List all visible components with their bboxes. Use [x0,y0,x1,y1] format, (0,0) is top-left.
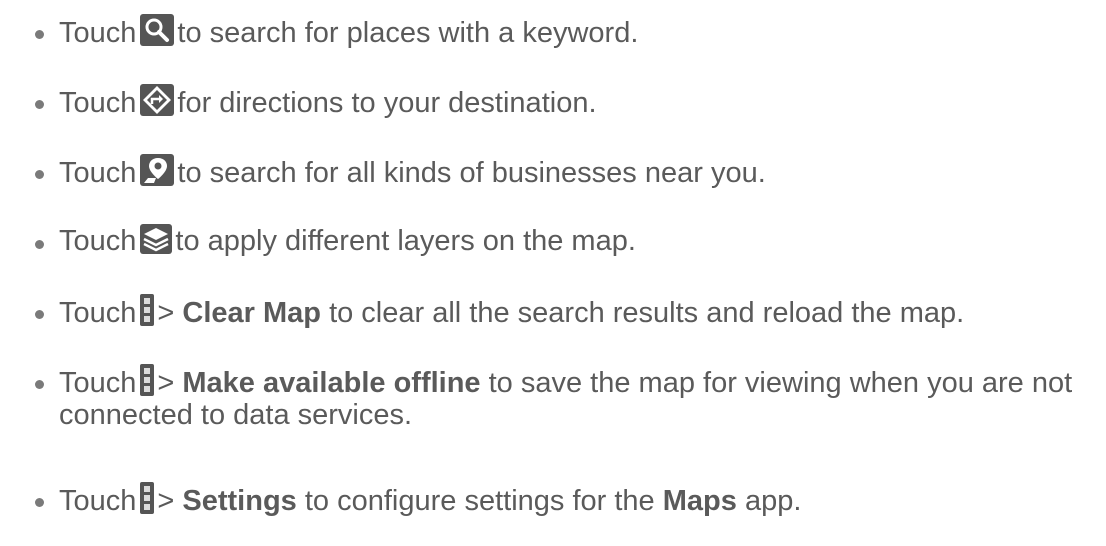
bullet [35,30,44,39]
list-item-text: Touch to apply different layers on the ma… [59,224,636,262]
local-places-icon [140,154,175,194]
bullet [35,498,44,507]
bullet [35,310,44,319]
list-item-text-continued: connected to data services. [59,399,413,431]
list-item-text: Touch > Clear Map to clear all the search… [59,294,964,334]
bullet [35,240,44,249]
search-icon [140,14,175,54]
menu-icon [140,482,155,522]
list-item-text: Touch to search for places with a keyword… [59,14,638,54]
list-item-text: Touch to search for all kinds of business… [59,154,766,194]
directions-icon [140,84,175,124]
layers-icon [140,224,173,262]
list-item-text: Touch for directions to your destination. [59,84,597,124]
menu-icon [140,294,155,334]
bullet [35,170,44,179]
list-item-text: Touch > Settings to configure settings fo… [59,482,801,522]
bullet [35,100,44,109]
bullet [35,380,44,389]
